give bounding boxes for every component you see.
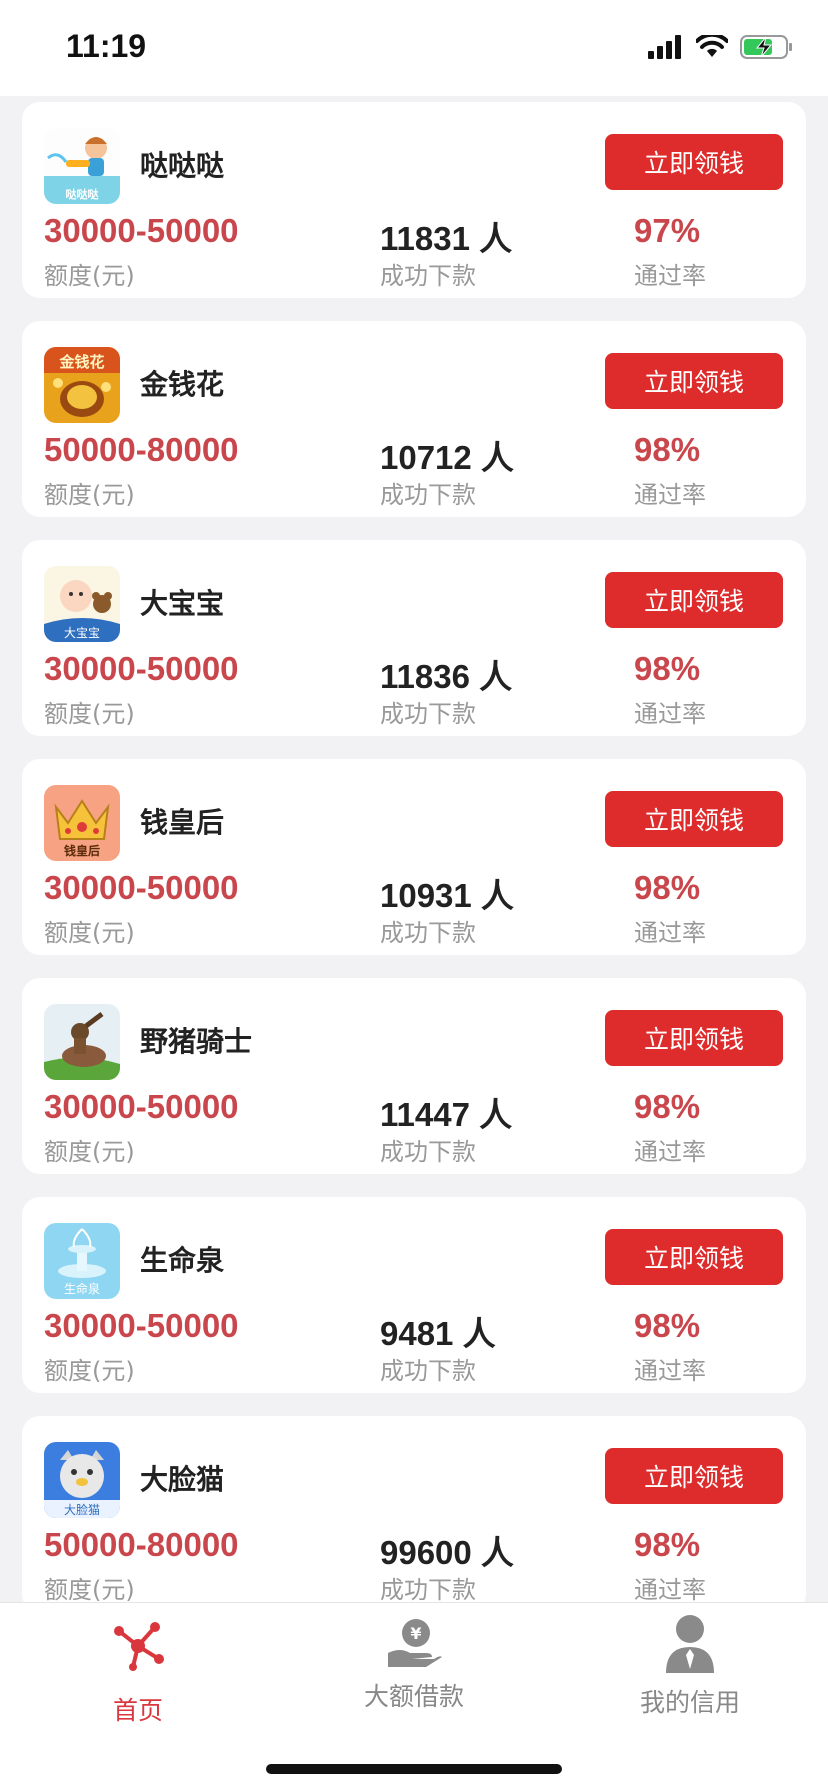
amount-label: 额度(元)	[44, 700, 135, 728]
loan-amount: 50000-80000	[44, 431, 239, 468]
amount-label: 额度(元)	[44, 481, 135, 509]
app-name: 大脸猫	[140, 1463, 225, 1496]
success-count-label: 成功下款	[380, 1576, 476, 1602]
loan-amount: 50000-80000	[44, 1526, 239, 1563]
loan-card[interactable]: 野猪骑士 立即领钱 30000-50000 额度(元) 11447 人 成功下款…	[22, 978, 806, 1174]
amount-label: 额度(元)	[44, 919, 135, 947]
svg-text:大脸猫: 大脸猫	[64, 1503, 100, 1517]
home-indicator[interactable]	[266, 1764, 562, 1774]
svg-text:金钱花: 金钱花	[58, 353, 104, 371]
success-count-label: 成功下款	[380, 1138, 476, 1166]
success-count: 11447 人	[380, 1096, 513, 1133]
tab-large-loan[interactable]: ¥ 大额借款	[276, 1603, 552, 1733]
person-icon	[666, 1615, 714, 1673]
approval-rate-label: 通过率	[634, 1576, 706, 1602]
amount-label: 额度(元)	[44, 1138, 135, 1166]
loan-amount: 30000-50000	[44, 1307, 239, 1344]
amount-label: 额度(元)	[44, 262, 135, 290]
loan-card[interactable]: 哒哒哒 哒哒哒 立即领钱 30000-50000 额度(元) 11831 人 成…	[22, 102, 806, 298]
amount-label: 额度(元)	[44, 1357, 135, 1385]
crown-icon: 钱皇后	[44, 785, 120, 861]
loan-amount: 30000-50000	[44, 1088, 239, 1125]
loan-amount: 30000-50000	[44, 869, 239, 906]
cat-face-icon: 大脸猫	[44, 1442, 120, 1518]
app-name: 金钱花	[140, 368, 225, 401]
success-count: 11836 人	[380, 658, 513, 695]
app-name: 野猪骑士	[140, 1025, 253, 1058]
loan-card[interactable]: 大脸猫 大脸猫 立即领钱 50000-80000 额度(元) 99600 人 成…	[22, 1416, 806, 1602]
tab-home[interactable]: 首页	[0, 1603, 276, 1733]
app-name: 哒哒哒	[140, 149, 225, 182]
success-count: 11831 人	[380, 220, 513, 257]
svg-text:大宝宝: 大宝宝	[64, 626, 100, 640]
loan-card[interactable]: 钱皇后 钱皇后 立即领钱 30000-50000 额度(元) 10931 人 成…	[22, 759, 806, 955]
app-name: 大宝宝	[140, 587, 225, 620]
claim-money-button[interactable]: 立即领钱	[605, 1010, 783, 1066]
cellular-signal-icon	[648, 35, 681, 59]
success-count-label: 成功下款	[380, 919, 476, 947]
approval-rate-label: 通过率	[634, 262, 706, 290]
tab-label: 首页	[112, 1696, 163, 1725]
success-count-label: 成功下款	[380, 1357, 476, 1385]
loan-card[interactable]: 金钱花 金钱花 立即领钱 50000-80000 额度(元) 10712 人 成…	[22, 321, 806, 517]
app-name: 生命泉	[140, 1244, 225, 1277]
loan-card[interactable]: 大宝宝 大宝宝 立即领钱 30000-50000 额度(元) 11836 人 成…	[22, 540, 806, 736]
approval-rate-label: 通过率	[634, 1138, 706, 1166]
success-count: 10712 人	[380, 439, 514, 476]
baby-bear-icon: 大宝宝	[44, 566, 120, 642]
approval-rate-label: 通过率	[634, 700, 706, 728]
loan-app-list[interactable]: 哒哒哒 哒哒哒 立即领钱 30000-50000 额度(元) 11831 人 成…	[0, 100, 828, 1602]
approval-rate: 98%	[634, 1526, 701, 1563]
network-icon	[114, 1622, 164, 1671]
loan-amount: 30000-50000	[44, 212, 239, 249]
approval-rate-label: 通过率	[634, 1357, 706, 1385]
svg-text:钱皇后: 钱皇后	[64, 843, 100, 858]
loan-card[interactable]: 生命泉 生命泉 立即领钱 30000-50000 额度(元) 9481 人 成功…	[22, 1197, 806, 1393]
approval-rate: 98%	[634, 869, 701, 906]
success-count-label: 成功下款	[380, 700, 476, 728]
claim-money-button[interactable]: 立即领钱	[605, 791, 783, 847]
svg-text:生命泉: 生命泉	[64, 1281, 100, 1296]
success-count-label: 成功下款	[380, 262, 476, 290]
svg-text:¥: ¥	[410, 1624, 421, 1643]
success-count: 99600 人	[380, 1534, 514, 1571]
boar-rider-icon	[44, 1004, 120, 1080]
loan-amount: 30000-50000	[44, 650, 239, 687]
claim-money-button[interactable]: 立即领钱	[605, 134, 783, 190]
status-time: 11:19	[66, 28, 147, 64]
claim-money-button[interactable]: 立即领钱	[605, 572, 783, 628]
success-count: 10931 人	[380, 877, 514, 914]
battery-charging-icon	[740, 35, 792, 59]
approval-rate: 98%	[634, 650, 701, 687]
fountain-icon: 生命泉	[44, 1223, 120, 1299]
status-icons	[648, 34, 794, 60]
boy-watergun-icon: 哒哒哒	[44, 128, 120, 204]
success-count: 9481 人	[380, 1315, 496, 1352]
amount-label: 额度(元)	[44, 1576, 135, 1602]
wifi-icon	[696, 35, 728, 57]
claim-money-button[interactable]: 立即领钱	[605, 1229, 783, 1285]
approval-rate-label: 通过率	[634, 919, 706, 947]
success-count-label: 成功下款	[380, 481, 476, 509]
approval-rate-label: 通过率	[634, 481, 706, 509]
claim-money-button[interactable]: 立即领钱	[605, 353, 783, 409]
hand-coin-icon: ¥	[388, 1619, 442, 1667]
approval-rate: 98%	[634, 1307, 701, 1344]
approval-rate: 97%	[634, 212, 701, 249]
tab-label: 大额借款	[363, 1682, 464, 1711]
tab-label: 我的信用	[639, 1688, 740, 1717]
approval-rate: 98%	[634, 431, 701, 468]
money-bag-icon: 金钱花	[44, 347, 120, 423]
app-name: 钱皇后	[140, 806, 225, 839]
svg-text:哒哒哒: 哒哒哒	[66, 187, 99, 201]
approval-rate: 98%	[634, 1088, 701, 1125]
status-bar: 11:19	[0, 0, 828, 96]
claim-money-button[interactable]: 立即领钱	[605, 1448, 783, 1504]
tab-my-credit[interactable]: 我的信用	[552, 1603, 828, 1733]
